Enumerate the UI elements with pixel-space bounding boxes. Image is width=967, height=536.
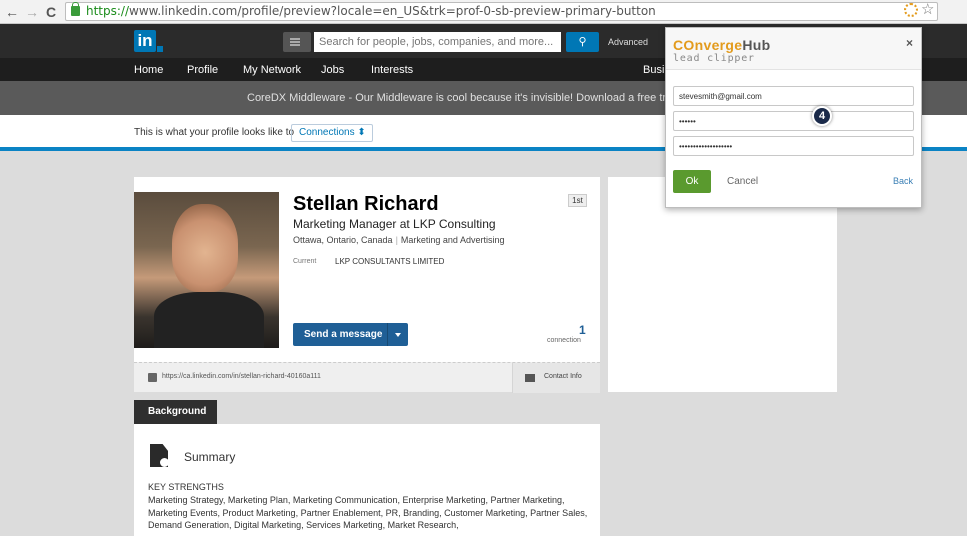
contact-info-button[interactable]: Contact Info [512,363,600,393]
linkedin-mini-icon [148,373,157,382]
nav-home[interactable]: Home [134,64,163,76]
ad-text[interactable]: CoreDX Middleware - Our Middleware is co… [247,92,686,104]
password-field[interactable] [673,111,914,131]
cancel-button[interactable]: Cancel [727,176,758,187]
nav-profile[interactable]: Profile [187,64,218,76]
ok-button[interactable]: Ok [673,170,711,193]
background-card: Summary KEY STRENGTHS Marketing Strategy… [134,424,600,536]
nav-jobs[interactable]: Jobs [321,64,344,76]
advanced-search-link[interactable]: Advanced [608,37,648,47]
nav-my-network[interactable]: My Network [243,64,301,76]
profile-headline: Marketing Manager at LKP Consulting [293,217,496,231]
profile-industry[interactable]: Marketing and Advertising [401,235,505,245]
popup-header: COnvergeHub lead clipper × [666,28,921,70]
back-arrow-icon[interactable]: ← [5,3,19,21]
convergehub-extension-icon[interactable] [904,3,918,17]
back-button[interactable]: Back [893,176,913,186]
lock-icon [71,2,80,16]
contact-card-icon [525,374,535,382]
convergehub-popup: COnvergeHub lead clipper × 4 Ok Cancel B… [665,27,922,208]
key-strengths-heading: KEY STRENGTHS [148,482,224,492]
background-section-tab: Background [134,400,217,424]
token-field[interactable] [673,136,914,156]
email-field[interactable] [673,86,914,106]
preview-label: This is what your profile looks like to [134,127,295,138]
connections-count[interactable]: 1 [579,323,586,337]
summary-document-icon [150,444,168,467]
send-message-label: Send a message [304,329,383,340]
convergehub-logo: COnvergeHub [673,37,771,53]
profile-footer: https://ca.linkedin.com/in/stellan-richa… [134,362,600,393]
search-icon: ⚲ [578,36,587,48]
step-number-badge: 4 [812,106,832,126]
summary-text: Marketing Strategy, Marketing Plan, Mark… [148,495,588,530]
side-panel [608,177,837,392]
url-path: www.linkedin.com/profile/preview?locale=… [129,4,656,18]
reload-icon[interactable]: C [46,3,56,21]
close-icon[interactable]: × [906,36,913,50]
current-company[interactable]: LKP CONSULTANTS LIMITED [335,257,444,266]
connections-label: connection [547,337,581,344]
bookmark-star-icon[interactable]: ☆ [921,2,934,18]
audience-select[interactable]: Connections ⬍ [291,124,373,142]
profile-name: Stellan Richard [293,193,439,215]
send-message-button[interactable]: Send a message [293,323,408,346]
url-scheme: https:// [86,4,130,18]
summary-title: Summary [184,450,236,464]
popup-subtitle: lead clipper [673,53,755,64]
search-button[interactable]: ⚲ [566,32,599,52]
browser-toolbar: ← → C https://www.linkedin.com/profile/p… [0,0,967,24]
profile-photo [134,192,279,348]
forward-arrow-icon[interactable]: → [25,3,39,21]
linkedin-logo[interactable]: in [134,30,156,52]
degree-badge: 1st [568,194,587,207]
nav-interests[interactable]: Interests [371,64,413,76]
contact-info-label: Contact Info [544,373,582,380]
profile-location-line: Ottawa, Ontario, Canada | Marketing and Ad… [293,235,505,245]
linkedin-logo-dot [157,46,163,52]
current-label: Current [293,258,317,265]
public-profile-url[interactable]: https://ca.linkedin.com/in/stellan-richa… [162,373,321,380]
profile-card: Stellan Richard Marketing Manager at LKP… [134,177,600,393]
profile-location[interactable]: Ottawa, Ontario, Canada [293,235,393,245]
search-category-icon[interactable] [283,32,311,52]
search-input[interactable] [314,32,561,52]
chevron-down-icon[interactable] [387,323,408,346]
address-bar[interactable]: https://www.linkedin.com/profile/preview… [65,2,938,21]
